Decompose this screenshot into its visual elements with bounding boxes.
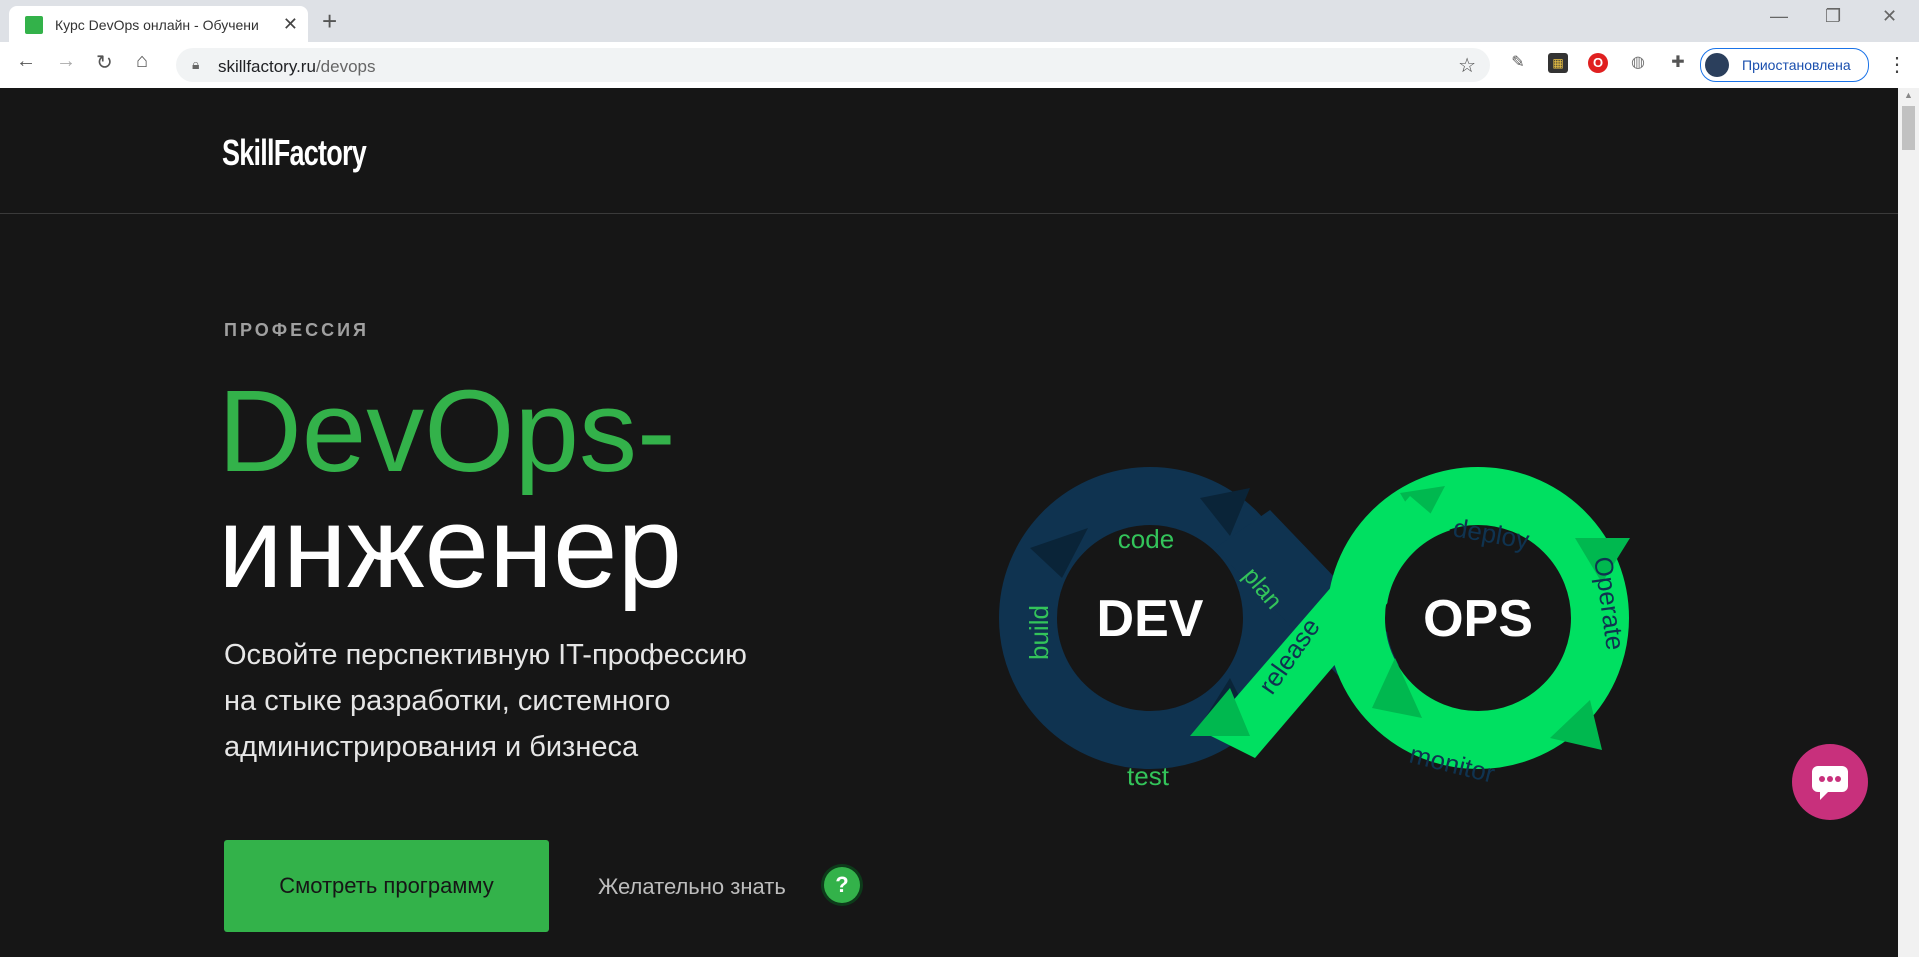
- page-content: SkillFactory ПРОФЕССИЯ DevOps- инженер О…: [0, 88, 1898, 957]
- minimize-button[interactable]: —: [1770, 6, 1788, 27]
- url-path: /devops: [315, 57, 376, 76]
- tab-close-icon[interactable]: ✕: [283, 14, 298, 35]
- profession-label: ПРОФЕССИЯ: [224, 320, 369, 340]
- ops-label: OPS: [1423, 590, 1533, 648]
- lead-line: Освойте перспективную IT-профессию: [224, 639, 747, 671]
- star-icon[interactable]: ☆: [1458, 53, 1476, 78]
- page-scrollbar[interactable]: ▲: [1898, 88, 1919, 957]
- scrollbar-thumb[interactable]: [1902, 106, 1915, 150]
- puzzle-icon[interactable]: ✚: [1668, 53, 1688, 73]
- address-bar[interactable]: 🔒︎ skillfactory.ru/devops ☆: [176, 48, 1490, 82]
- eyedropper-icon[interactable]: ✎: [1508, 53, 1528, 73]
- lead-line: администрирования и бизнеса: [224, 731, 639, 763]
- stage-build: build: [1024, 605, 1054, 660]
- skillfactory-logo[interactable]: SkillFactory: [222, 132, 367, 174]
- chat-button[interactable]: [1792, 744, 1868, 820]
- page-title-line2: инженер: [218, 482, 683, 612]
- stage-code: code: [1118, 524, 1174, 554]
- restore-button[interactable]: ❐: [1825, 6, 1841, 27]
- translate-icon[interactable]: ◍: [1628, 53, 1648, 73]
- site-header: SkillFactory: [0, 88, 1898, 214]
- lock-icon[interactable]: 🔒︎: [192, 56, 199, 73]
- reload-icon[interactable]: ↻: [96, 50, 113, 75]
- devops-infinity-diagram: DEV OPS code build test plan release dep…: [999, 467, 1631, 791]
- extension-icon[interactable]: ▦: [1548, 53, 1568, 73]
- new-tab-button[interactable]: +: [322, 6, 337, 37]
- profile-button[interactable]: Приостановлена: [1700, 48, 1869, 82]
- browser-chrome: Курс DevOps онлайн - Обучени ✕ + — ❐ ✕ ←…: [0, 0, 1919, 89]
- tab-strip: Курс DevOps онлайн - Обучени ✕ + — ❐ ✕: [0, 0, 1919, 42]
- tab-title: Курс DevOps онлайн - Обучени: [55, 17, 259, 33]
- prerequisites-link[interactable]: Желательно знать: [598, 874, 786, 900]
- browser-tab[interactable]: Курс DevOps онлайн - Обучени ✕: [9, 6, 308, 42]
- stage-test: test: [1127, 761, 1170, 791]
- scroll-up-icon[interactable]: ▲: [1904, 90, 1913, 100]
- lead-text: Освойте перспективную IT-профессию на ст…: [224, 632, 844, 770]
- page-title-line1: DevOps-: [218, 366, 676, 496]
- url-domain: skillfactory.ru: [218, 57, 316, 76]
- opera-icon[interactable]: O: [1588, 53, 1608, 73]
- forward-icon[interactable]: →: [56, 50, 76, 73]
- back-icon[interactable]: ←: [16, 50, 36, 73]
- menu-icon[interactable]: ⋮: [1887, 52, 1907, 77]
- favicon-icon: [25, 16, 43, 34]
- home-icon[interactable]: ⌂: [136, 50, 148, 73]
- avatar: [1705, 53, 1729, 77]
- url-text[interactable]: skillfactory.ru/devops: [218, 57, 375, 77]
- lead-line: на стыке разработки, системного: [224, 685, 671, 717]
- dev-label: DEV: [1097, 590, 1204, 648]
- chat-icon: [1812, 766, 1848, 800]
- browser-toolbar: ← → ↻ ⌂ 🔒︎ skillfactory.ru/devops ☆ ✎ ▦ …: [0, 42, 1919, 89]
- profile-status: Приостановлена: [1742, 57, 1851, 73]
- view-program-button[interactable]: Смотреть программу: [224, 840, 549, 932]
- window-close-button[interactable]: ✕: [1882, 6, 1897, 27]
- question-icon[interactable]: ?: [824, 867, 860, 903]
